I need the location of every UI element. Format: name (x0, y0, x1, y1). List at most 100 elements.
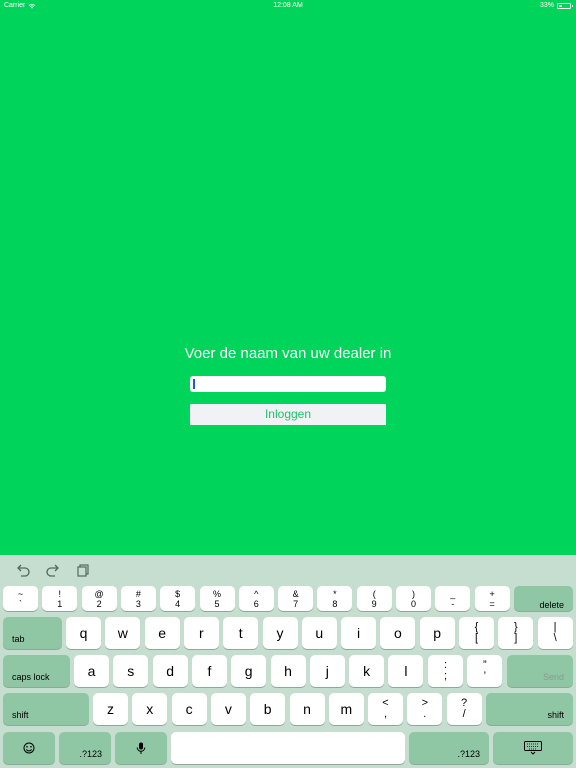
key-bottom-glyph: 1 (57, 598, 63, 609)
key-e[interactable]: e (144, 617, 180, 649)
key-][interactable]: }] (498, 617, 534, 649)
key-2[interactable]: @2 (81, 586, 117, 611)
key-bottom-glyph: = (489, 598, 495, 609)
key-bottom-glyph: ] (514, 632, 518, 644)
key-n[interactable]: n (289, 693, 325, 725)
key-bottom-glyph: 5 (214, 598, 220, 609)
key-bottom-glyph: , (383, 708, 388, 720)
status-bar: Carrier 12:08 AM 33% (0, 0, 576, 12)
space-bar[interactable] (171, 732, 405, 764)
key-i[interactable]: i (341, 617, 377, 649)
numbers-toggle-right[interactable]: .?123 (409, 732, 489, 764)
key-z[interactable]: z (93, 693, 128, 725)
key-m[interactable]: m (328, 693, 364, 725)
key-bottom-glyph: ; (443, 670, 448, 682)
key-1[interactable]: ! 1 (42, 586, 78, 611)
emoji-key[interactable] (3, 732, 55, 764)
key-0[interactable]: ) 0 (396, 586, 431, 611)
key-`[interactable]: ~ ` (3, 586, 38, 611)
key-top-glyph: _ (450, 588, 456, 599)
shift-key-left[interactable]: shift (3, 693, 89, 725)
key-d[interactable]: d (152, 655, 188, 687)
text-caret (193, 379, 195, 389)
key-top-glyph: ) (412, 588, 415, 599)
dealer-prompt: Voer de naam van uw dealer in (184, 345, 392, 362)
key-t[interactable]: t (223, 617, 259, 649)
key-punct-r3-1[interactable]: >. (407, 693, 443, 725)
dismiss-keyboard-key[interactable] (493, 732, 573, 764)
key-j[interactable]: j (309, 655, 345, 687)
key-top-glyph: ! (58, 588, 62, 599)
key-r[interactable]: r (183, 617, 219, 649)
key-top-glyph: & (292, 588, 299, 599)
key-bottom-glyph: \ (553, 632, 557, 644)
key-6[interactable]: ^ 6 (238, 586, 274, 611)
key-8[interactable]: * 8 (317, 586, 353, 611)
key-c[interactable]: c (171, 693, 207, 725)
key-top-glyph: % (212, 588, 221, 599)
send-key[interactable]: Send (507, 655, 573, 687)
key-q[interactable]: q (66, 617, 101, 649)
key-=[interactable]: + = (474, 586, 510, 611)
key-bottom-glyph: 3 (135, 598, 141, 609)
undo-icon[interactable] (15, 563, 31, 577)
key-k[interactable]: k (349, 655, 385, 687)
key-[[interactable]: {[ (459, 617, 494, 649)
key-punct-1[interactable]: ”’ (467, 655, 503, 687)
key-bottom-glyph: 4 (175, 598, 181, 609)
emoji-icon (23, 742, 35, 754)
key-9[interactable]: (9 (356, 586, 392, 611)
key-5[interactable]: % 5 (199, 586, 235, 611)
key-punct-r3-2[interactable]: ? / (446, 693, 482, 725)
key-l[interactable]: l (388, 655, 424, 687)
key-s[interactable]: s (113, 655, 149, 687)
dealer-name-input[interactable] (190, 376, 386, 392)
keyboard: ~ `! 1 @2 #3 $4% 5 ^ 6 & 7 * 8(9) 0 _ - + = delete tab q w e r t… (0, 555, 576, 768)
key-punct-0[interactable]: :; (428, 655, 463, 687)
key-g[interactable]: g (231, 655, 267, 687)
status-time: 12:08 AM (273, 2, 303, 9)
key-p[interactable]: p (419, 617, 455, 649)
key--[interactable]: _ - (435, 586, 471, 611)
dictation-key[interactable] (115, 732, 167, 764)
key-bottom-glyph: 7 (293, 598, 299, 609)
key-punct-r3-0[interactable]: <, (368, 693, 403, 725)
tab-key[interactable]: tab (3, 617, 62, 649)
key-x[interactable]: x (132, 693, 168, 725)
keyboard-shortcut-bar (0, 555, 576, 585)
key-bottom-glyph: ’ (483, 670, 487, 682)
key-f[interactable]: f (191, 655, 227, 687)
key-top-glyph: # (135, 588, 141, 599)
key-3[interactable]: #3 (120, 586, 156, 611)
key-top-glyph: ( (372, 588, 376, 599)
key-bottom-glyph: [ (474, 632, 479, 644)
key-top-glyph: + (489, 588, 495, 599)
key-o[interactable]: o (380, 617, 416, 649)
key-bottom-glyph: ` (19, 598, 22, 609)
key-top-glyph: ~ (17, 588, 24, 599)
key-\[interactable]: | \ (537, 617, 573, 649)
key-7[interactable]: & 7 (278, 586, 314, 611)
caps-lock-key[interactable]: caps lock (3, 655, 70, 687)
key-4[interactable]: $4 (160, 586, 196, 611)
key-u[interactable]: u (301, 617, 337, 649)
key-w[interactable]: w (105, 617, 141, 649)
key-y[interactable]: y (262, 617, 298, 649)
key-v[interactable]: v (210, 693, 246, 725)
key-b[interactable]: b (250, 693, 286, 725)
key-top-glyph: @ (94, 588, 104, 599)
key-h[interactable]: h (270, 655, 306, 687)
shift-key-right[interactable]: shift (486, 693, 573, 725)
key-bottom-glyph: 6 (253, 598, 259, 609)
key-top-glyph: $ (175, 588, 181, 599)
key-top-glyph: ^ (254, 588, 259, 599)
numbers-toggle-left[interactable]: .?123 (59, 732, 111, 764)
key-bottom-glyph: 8 (332, 598, 338, 609)
battery-icon (557, 2, 573, 9)
delete-key[interactable]: delete (514, 586, 573, 611)
redo-icon[interactable] (45, 563, 61, 577)
key-bottom-glyph: / (462, 708, 466, 720)
paste-icon[interactable] (75, 563, 91, 577)
key-a[interactable]: a (74, 655, 109, 687)
login-button[interactable]: Inloggen (190, 404, 386, 425)
